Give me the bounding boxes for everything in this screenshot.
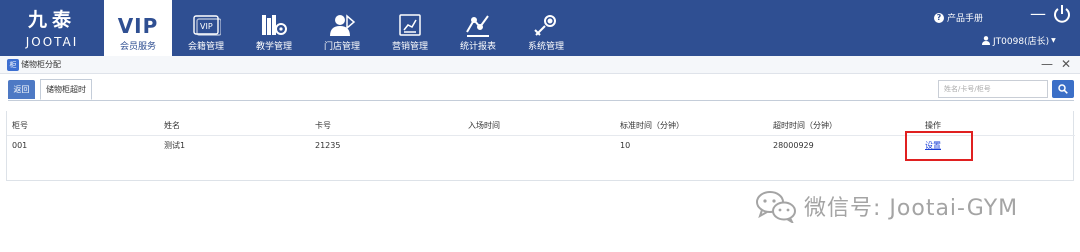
nav-store[interactable]: 门店管理 [308, 0, 376, 56]
nav-label: 系统管理 [527, 42, 564, 52]
cell-card-no: 21235 [315, 141, 341, 150]
header-overtime: 超时时间（分钟） [773, 121, 837, 130]
brand-logo: 九泰 JOOTAI [0, 0, 104, 56]
wrench-gear-icon [534, 15, 556, 36]
top-navigation-bar: 九泰 JOOTAI VIP 会员服务 VIP 会籍管理 教学管理 门店管理 营销… [0, 0, 1080, 56]
product-manual-link[interactable]: ? 产品手册 [934, 11, 983, 24]
cell-locker-no: 001 [12, 141, 28, 150]
user-menu[interactable]: JT0098(店长) ▼ [982, 34, 1056, 47]
header-standard-time: 标准时间（分钟） [620, 121, 684, 130]
highlight-annotation-box [905, 131, 973, 161]
header-name: 姓名 [164, 121, 180, 130]
user-name: JT0098(店长) [993, 37, 1050, 47]
nav-marketing[interactable]: 营销管理 [376, 0, 444, 56]
header-tools: ? 产品手册 — JT0098(店长) ▼ [914, 4, 1074, 54]
product-manual-label: 产品手册 [947, 14, 984, 24]
vip-card-icon: VIP [193, 15, 221, 36]
tab-locker-overtime[interactable]: 储物柜超时 [40, 79, 92, 100]
help-icon: ? [934, 12, 944, 23]
window-title-bar: 柜 储物柜分配 — ✕ [0, 56, 1080, 74]
line-chart-icon [466, 15, 489, 37]
brand-name-en: JOOTAI [25, 35, 79, 49]
wechat-icon [756, 191, 796, 223]
nav-member-service[interactable]: VIP 会员服务 [104, 0, 172, 56]
minimize-button[interactable]: — [1030, 4, 1046, 24]
search-input[interactable] [938, 80, 1048, 98]
search-button[interactable] [1052, 80, 1074, 98]
nav-label: 会籍管理 [187, 42, 224, 52]
user-icon [982, 36, 990, 45]
nav-label: 会员服务 [119, 42, 156, 52]
caret-down-icon: ▼ [1051, 37, 1056, 44]
svg-text:VIP: VIP [200, 22, 213, 31]
vip-text: VIP [117, 14, 159, 38]
window-minimize-button[interactable]: — [1041, 56, 1053, 73]
nav-label: 教学管理 [255, 42, 292, 52]
window-icon: 柜 [7, 59, 19, 71]
nav-membership[interactable]: VIP 会籍管理 [172, 0, 240, 56]
nav-statistics[interactable]: 统计报表 [444, 0, 512, 56]
window-title: 储物柜分配 [21, 60, 61, 69]
books-gear-icon [262, 15, 287, 35]
cell-overtime: 28000929 [773, 141, 814, 150]
cell-standard-time: 10 [620, 141, 631, 150]
nav-teaching[interactable]: 教学管理 [240, 0, 308, 56]
power-icon[interactable] [1052, 4, 1072, 24]
wechat-watermark: 微信号: Jootai-GYM [754, 189, 1018, 223]
person-store-icon [330, 14, 356, 36]
search-icon [1058, 84, 1068, 94]
header-card-no: 卡号 [315, 121, 331, 130]
window-close-button[interactable]: ✕ [1061, 56, 1071, 73]
watermark-text: 微信号: Jootai-GYM [804, 196, 1019, 221]
tab-divider [8, 100, 1074, 101]
header-entry-time: 入场时间 [468, 121, 500, 130]
nav-system[interactable]: 系统管理 [512, 0, 580, 56]
header-locker-no: 柜号 [12, 121, 28, 130]
cell-name: 测试1 [164, 141, 186, 150]
main-nav: VIP 会员服务 VIP 会籍管理 教学管理 门店管理 营销管理 统计报表 系统… [104, 0, 580, 56]
back-tab[interactable]: 返回 [8, 80, 35, 99]
chart-board-icon [399, 14, 421, 36]
nav-label: 统计报表 [459, 42, 496, 52]
brand-name-cn: 九泰 [27, 9, 76, 31]
nav-label: 营销管理 [391, 42, 428, 52]
nav-label: 门店管理 [323, 42, 360, 52]
